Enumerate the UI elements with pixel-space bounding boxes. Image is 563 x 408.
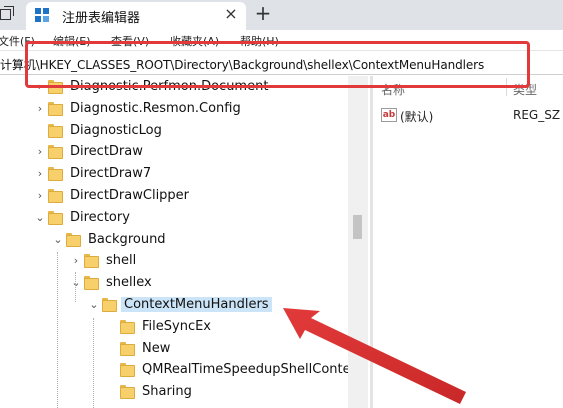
chevron-right-icon[interactable]: ›	[34, 188, 46, 204]
tree-node-label: Sharing	[142, 384, 192, 400]
registry-editor-icon	[35, 8, 50, 23]
folder-icon	[120, 385, 135, 400]
title-bar: 注册表编辑器 × +	[0, 0, 563, 30]
tab-close-button[interactable]: ×	[222, 5, 240, 23]
folder-icon	[48, 145, 63, 160]
tree-node[interactable]: › Diagnostic.Resmon.Config	[0, 99, 348, 121]
tree-node-label: Directory	[70, 209, 130, 225]
tree-node-label: DirectDrawClipper	[70, 188, 190, 203]
folder-icon	[120, 363, 135, 378]
chevron-down-icon[interactable]: ⌄	[70, 275, 82, 291]
tree-node[interactable]: ⌄ ContextMenuHandlers	[0, 295, 348, 317]
tree-node-label: Background	[88, 231, 166, 247]
folder-icon	[120, 341, 135, 356]
folder-icon	[66, 232, 81, 247]
restore-window-icon[interactable]	[0, 6, 14, 22]
tree-node-label: New	[142, 340, 171, 356]
tree-node[interactable]: ⌄ Directory	[0, 208, 348, 230]
tree-node-label: FileSyncEx	[142, 318, 211, 334]
value-row[interactable]: ab (默认) REG_SZ	[373, 106, 563, 126]
chevron-right-icon[interactable]: ›	[34, 166, 46, 182]
tree-node-label: ContextMenuHandlers	[121, 297, 272, 312]
tree-guide-line	[75, 272, 76, 302]
tree-node[interactable]: › DirectDraw7	[0, 164, 348, 186]
tree-scrollbar[interactable]	[348, 76, 368, 408]
new-tab-button[interactable]: +	[253, 2, 273, 24]
tree-node-label: Diagnostic.Resmon.Config	[70, 100, 241, 116]
tree-node[interactable]: QMRealTimeSpeedupShellContex	[0, 360, 348, 382]
folder-icon	[84, 276, 99, 291]
tree-node-label: shell	[106, 253, 137, 269]
chevron-down-icon[interactable]: ⌄	[52, 232, 64, 248]
tree-guide-line	[93, 318, 94, 408]
tab-registry-editor[interactable]: 注册表编辑器 ×	[26, 2, 246, 30]
values-pane: 名称 类型 ab (默认) REG_SZ	[373, 76, 563, 408]
tree-node[interactable]: New	[0, 339, 348, 361]
tree-scrollbar-thumb[interactable]	[353, 215, 362, 239]
address-highlight-box	[25, 41, 530, 88]
value-type: REG_SZ	[513, 108, 561, 122]
folder-icon	[48, 101, 63, 116]
folder-icon	[84, 254, 99, 269]
folder-icon	[120, 319, 135, 334]
tab-title: 注册表编辑器	[62, 11, 141, 26]
chevron-right-icon[interactable]: ›	[34, 144, 46, 160]
tree-node[interactable]: Sharing	[0, 382, 348, 404]
tree-node[interactable]: › DirectDrawClipper	[0, 186, 348, 208]
tree-node-label: shellex	[106, 275, 152, 291]
tree-node-label: DirectDraw7	[70, 166, 152, 182]
tree-node[interactable]: › shell	[0, 251, 348, 273]
folder-icon	[48, 167, 63, 182]
tree-node-label: QMRealTimeSpeedupShellContex	[142, 362, 348, 378]
folder-icon	[48, 189, 63, 203]
tree-node[interactable]: DiagnosticLog	[0, 121, 348, 143]
tree-node[interactable]: ⌄ shellex	[0, 273, 348, 295]
tree-node[interactable]: ⌄ Background	[0, 230, 348, 252]
chevron-right-icon[interactable]: ›	[34, 101, 46, 117]
folder-icon	[102, 298, 117, 312]
tree-node-label: DiagnosticLog	[70, 122, 162, 138]
tree-node-label: DirectDraw	[70, 144, 143, 160]
registry-tree[interactable]: › Diagnostic.Perfmon.Document › Diagnostic.…	[0, 76, 348, 408]
string-value-icon: ab	[381, 108, 397, 122]
value-name: (默认)	[400, 110, 434, 124]
tree-node[interactable]: › DirectDraw	[0, 142, 348, 164]
tree-node[interactable]: FileSyncEx	[0, 317, 348, 339]
folder-icon	[48, 210, 63, 225]
tree-guide-line	[57, 252, 58, 408]
chevron-right-icon[interactable]: ›	[70, 253, 82, 269]
folder-icon	[48, 123, 63, 138]
chevron-down-icon[interactable]: ⌄	[88, 297, 100, 313]
chevron-down-icon[interactable]: ⌄	[34, 210, 46, 226]
